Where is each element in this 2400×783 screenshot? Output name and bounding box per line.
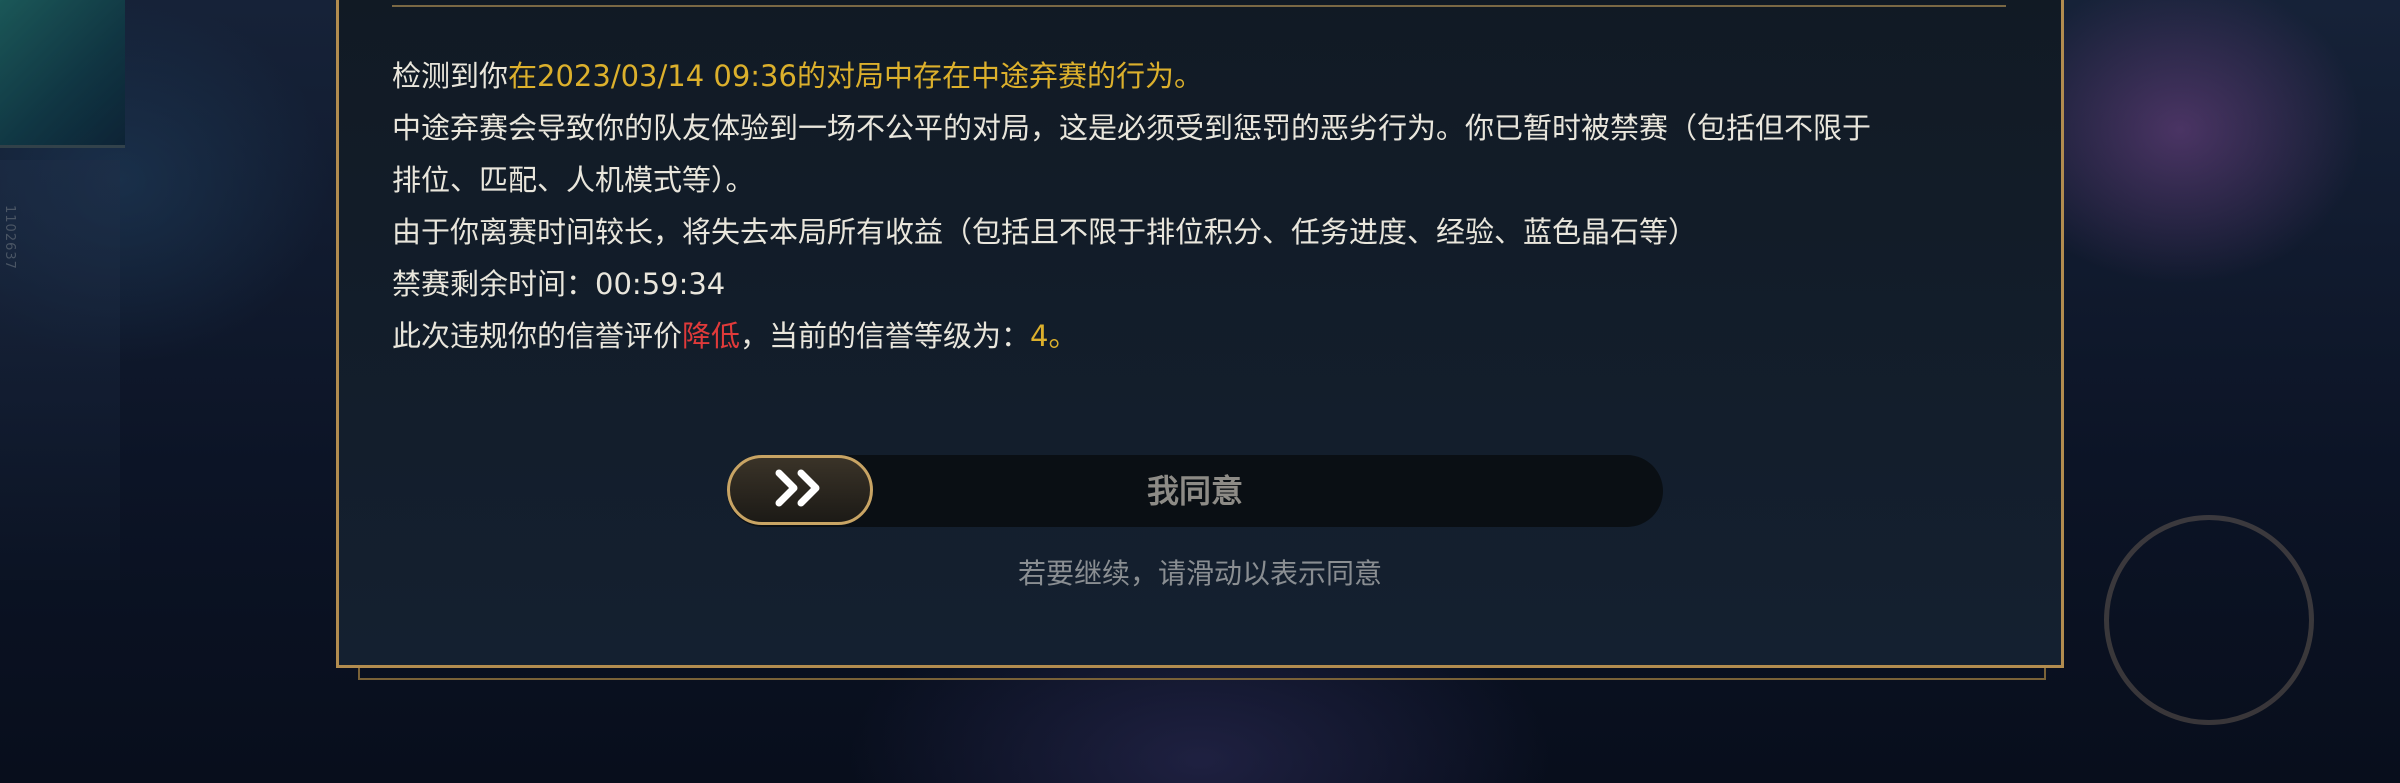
detection-prefix: 检测到你 xyxy=(392,59,509,93)
penalty-message: 检测到你在2023/03/14 09:36的对局中存在中途弃赛的行为。 中途弃赛… xyxy=(392,50,2012,362)
background-ring-decoration xyxy=(2104,515,2314,725)
agree-slider[interactable]: 我同意 xyxy=(727,455,1663,527)
ban-remaining-timer: 00:59:34 xyxy=(595,267,726,301)
honor-prefix: 此次违规你的信誉评价 xyxy=(392,319,683,353)
honor-suffix: 。 xyxy=(1048,319,1078,353)
rewards-loss-line: 由于你离赛时间较长，将失去本局所有收益（包括且不限于排位积分、任务进度、经验、蓝… xyxy=(392,206,2012,258)
dialog-top-divider xyxy=(392,5,2006,7)
honor-decrease: 降低 xyxy=(682,319,741,353)
background-thumbnail xyxy=(0,0,125,148)
ban-remaining-label: 禁赛剩余时间： xyxy=(392,267,596,301)
detection-line: 检测到你在2023/03/14 09:36的对局中存在中途弃赛的行为。 xyxy=(392,50,2012,102)
honor-level: 4 xyxy=(1030,319,1049,353)
explanation-text-continued: 排位、匹配、人机模式等）。 xyxy=(392,163,755,197)
background-sidebar xyxy=(0,160,120,580)
dialog-under-frame xyxy=(358,668,2046,680)
explanation-text: 中途弃赛会导致你的队友体验到一场不公平的对局，这是必须受到惩罚的恶劣行为。你已暂… xyxy=(392,111,1872,145)
background-id-text: 1102637 xyxy=(2,205,17,270)
slide-hint: 若要继续，请滑动以表示同意 xyxy=(1017,557,1382,590)
explanation-line-continued: 排位、匹配、人机模式等）。 xyxy=(392,154,2012,206)
detection-match-time: 在2023/03/14 09:36的对局中存在中途弃赛的行为。 xyxy=(508,59,1203,93)
ban-remaining-line: 禁赛剩余时间：00:59:34 xyxy=(392,258,2012,310)
honor-line: 此次违规你的信誉评价降低，当前的信誉等级为：4。 xyxy=(392,310,2012,362)
slider-handle[interactable] xyxy=(727,455,873,525)
honor-middle: ，当前的信誉等级为： xyxy=(740,319,1031,353)
double-chevron-right-icon xyxy=(773,468,827,512)
explanation-line: 中途弃赛会导致你的队友体验到一场不公平的对局，这是必须受到惩罚的恶劣行为。你已暂… xyxy=(392,102,2012,154)
rewards-loss-text: 由于你离赛时间较长，将失去本局所有收益（包括且不限于排位积分、任务进度、经验、蓝… xyxy=(392,215,1698,249)
